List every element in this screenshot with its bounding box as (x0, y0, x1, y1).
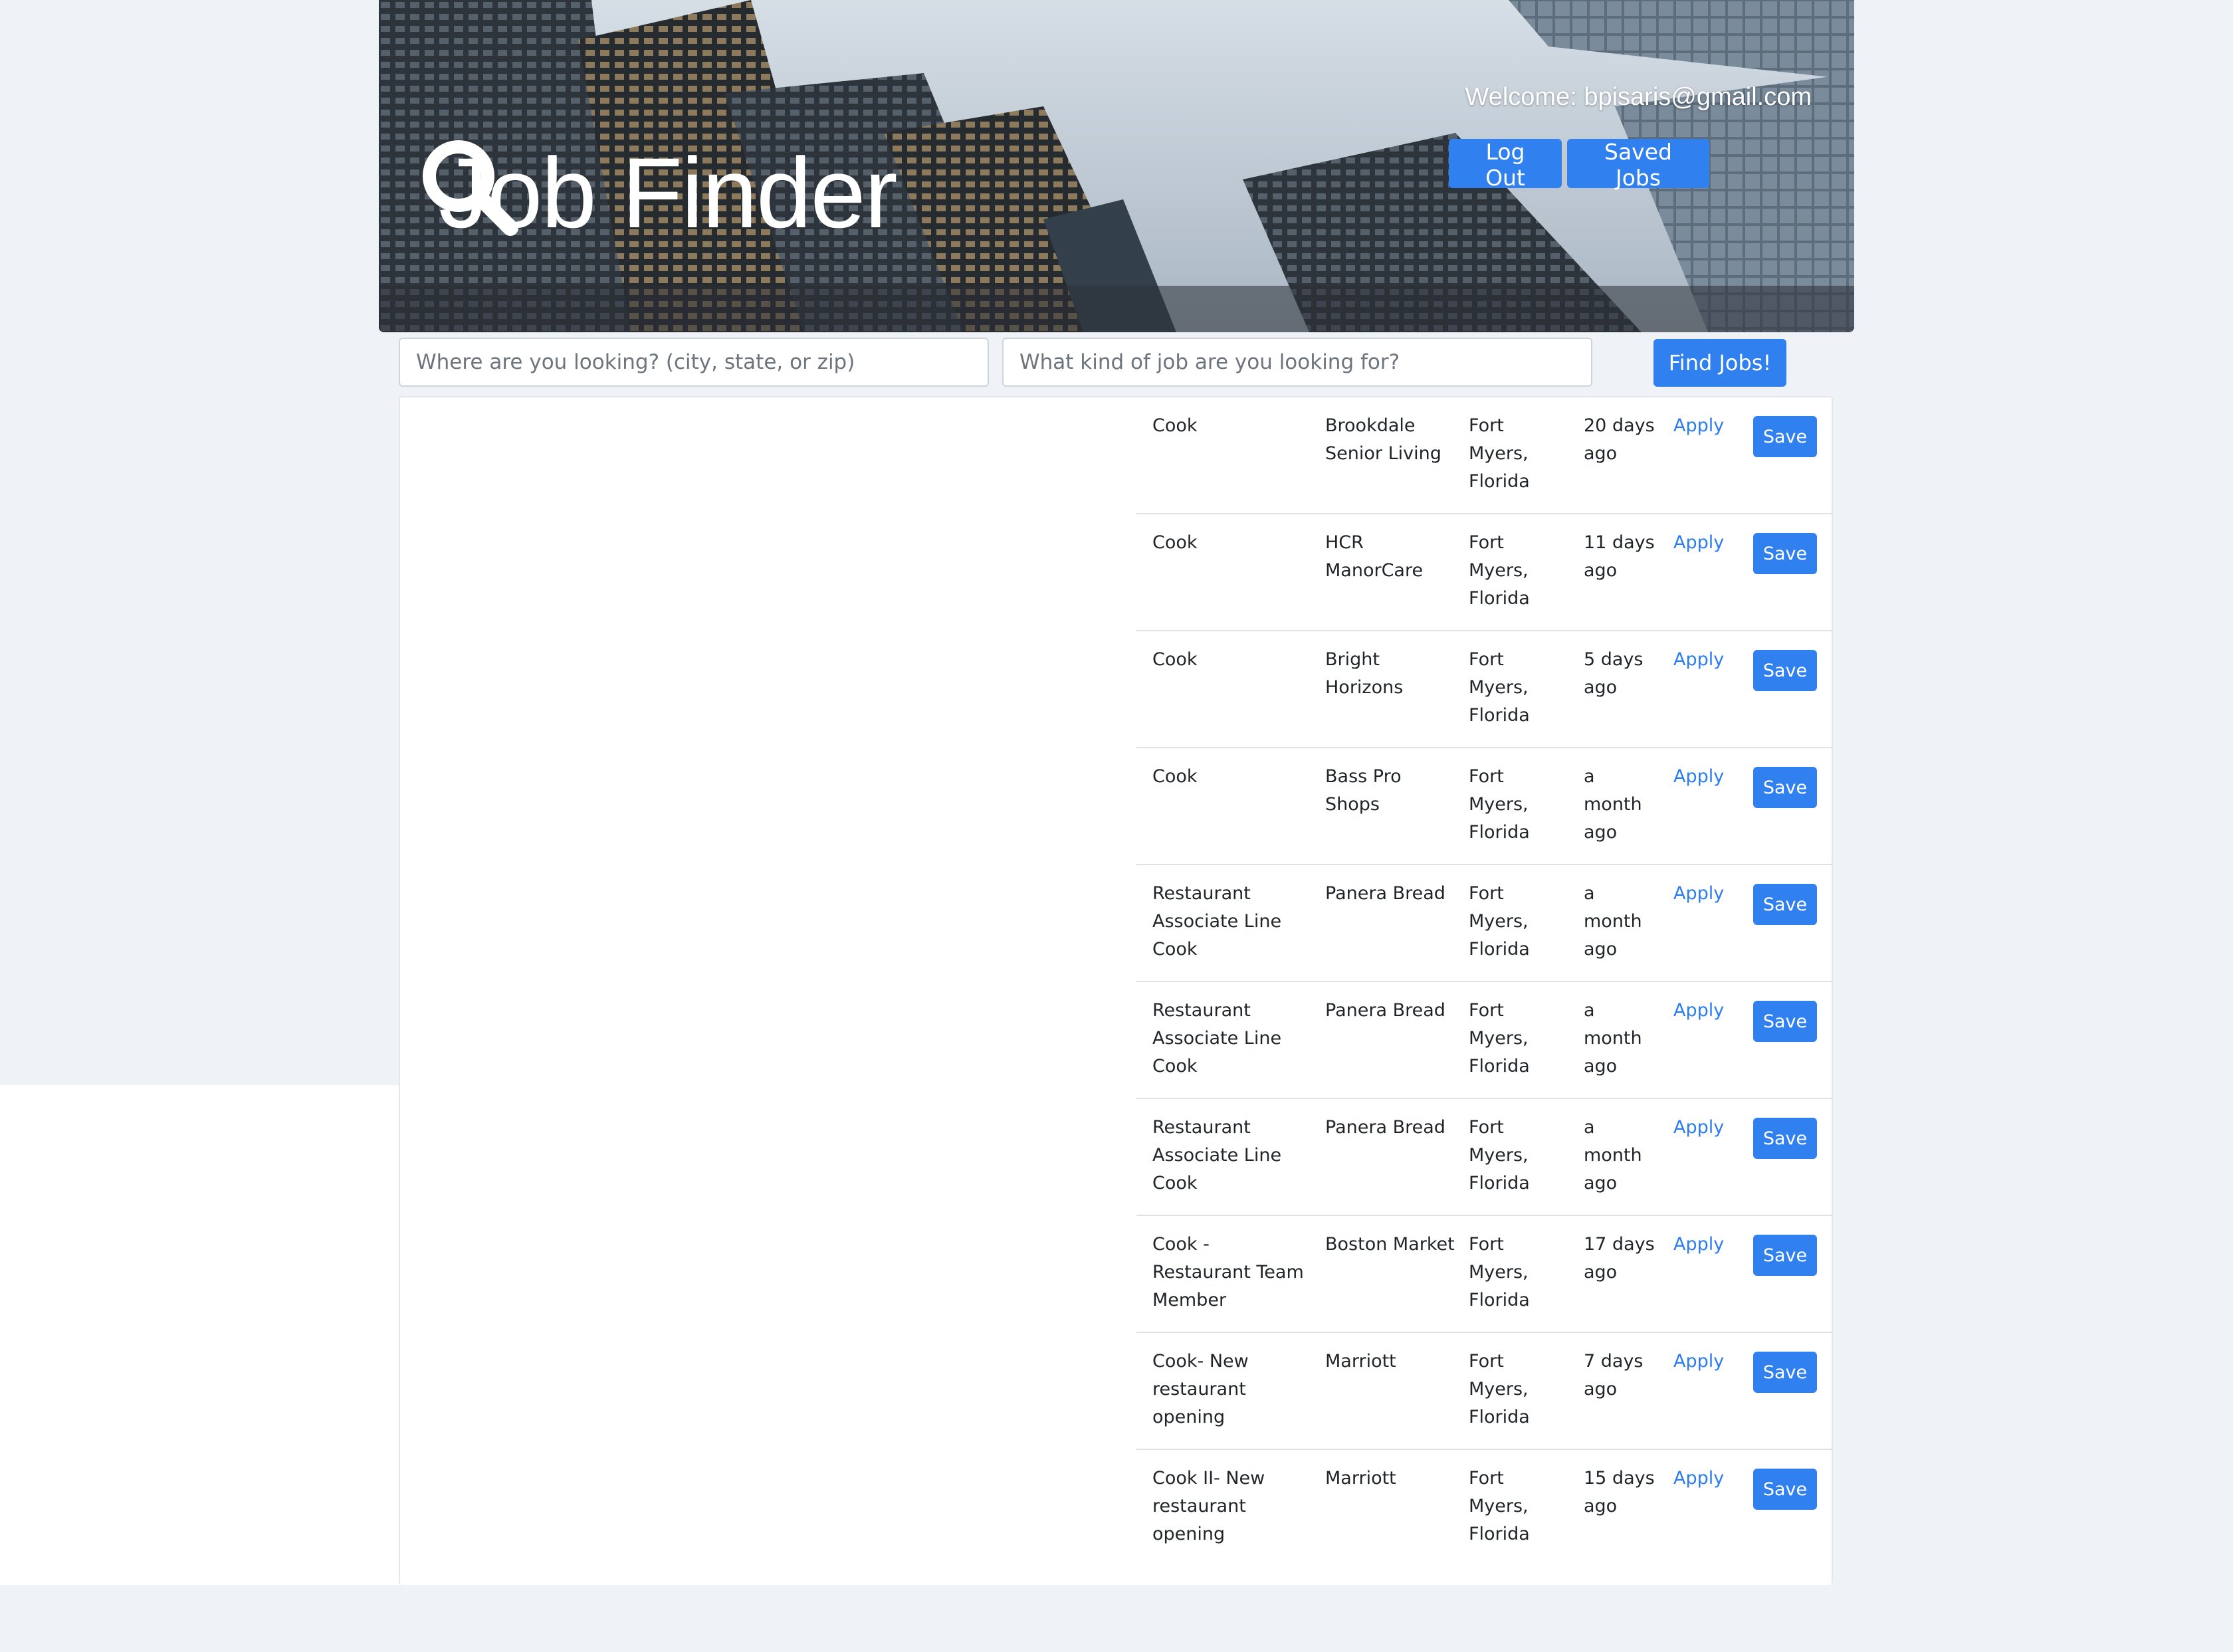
save-job-button[interactable]: Save (1753, 533, 1817, 574)
job-row: Cook Bright Horizons Fort Myers, Florida… (1136, 631, 1833, 748)
job-location: Fort Myers, Florida (1469, 1351, 1530, 1427)
job-row: Cook Bass Pro Shops Fort Myers, Florida … (1136, 748, 1833, 865)
job-location: Fort Myers, Florida (1469, 415, 1530, 492)
apply-link[interactable]: Apply (1673, 997, 1724, 1025)
welcome-message: Welcome: bpisaris@gmail.com (1465, 83, 1812, 111)
job-title: Cook- New restaurant opening (1152, 1351, 1249, 1427)
job-company: Bass Pro Shops (1325, 766, 1402, 815)
job-row: Cook- New restaurant opening Marriott Fo… (1136, 1333, 1833, 1450)
save-job-button[interactable]: Save (1753, 1001, 1817, 1042)
save-job-button[interactable]: Save (1753, 767, 1817, 808)
apply-link[interactable]: Apply (1673, 529, 1724, 557)
job-title: Cook (1152, 532, 1198, 553)
brand-logo: Job Finder (419, 136, 898, 249)
log-out-button[interactable]: Log Out (1449, 139, 1562, 191)
location-search-input[interactable] (399, 338, 989, 387)
save-job-button[interactable]: Save (1753, 1469, 1817, 1510)
job-location: Fort Myers, Florida (1469, 1000, 1530, 1077)
job-posted-date: 7 days ago (1584, 1351, 1644, 1399)
job-location: Fort Myers, Florida (1469, 1117, 1530, 1193)
job-title: Cook - Restaurant Team Member (1152, 1234, 1304, 1310)
apply-link[interactable]: Apply (1673, 412, 1724, 440)
job-company: Bright Horizons (1325, 649, 1404, 698)
job-title: Cook (1152, 766, 1198, 787)
job-title: Cook II- New restaurant opening (1152, 1468, 1265, 1544)
save-job-button[interactable]: Save (1753, 1235, 1817, 1276)
job-title: Cook (1152, 415, 1198, 436)
job-posted-date: a month ago (1584, 1000, 1642, 1077)
job-company: Brookdale Senior Living (1325, 415, 1441, 464)
job-location: Fort Myers, Florida (1469, 766, 1530, 843)
job-location: Fort Myers, Florida (1469, 883, 1530, 960)
job-row: Restaurant Associate Line Cook Panera Br… (1136, 982, 1833, 1099)
job-location: Fort Myers, Florida (1469, 649, 1530, 726)
apply-link[interactable]: Apply (1673, 1348, 1724, 1376)
saved-jobs-button[interactable]: Saved Jobs (1567, 139, 1709, 191)
map-area (400, 397, 1136, 1086)
job-posted-date: 15 days ago (1584, 1468, 1655, 1516)
apply-link[interactable]: Apply (1673, 880, 1724, 908)
job-posted-date: a month ago (1584, 1117, 1642, 1193)
job-company: HCR ManorCare (1325, 532, 1424, 581)
job-posted-date: a month ago (1584, 883, 1642, 960)
job-row: Restaurant Associate Line Cook Panera Br… (1136, 865, 1833, 982)
apply-link[interactable]: Apply (1673, 646, 1724, 674)
job-location: Fort Myers, Florida (1469, 1468, 1530, 1544)
job-company: Marriott (1325, 1468, 1396, 1489)
job-company: Panera Bread (1325, 1117, 1445, 1138)
job-posted-date: a month ago (1584, 766, 1642, 843)
job-title: Restaurant Associate Line Cook (1152, 1000, 1282, 1077)
save-job-button[interactable]: Save (1753, 884, 1817, 925)
save-job-button[interactable]: Save (1753, 1118, 1817, 1159)
job-search-input[interactable] (1002, 338, 1592, 387)
job-posted-date: 11 days ago (1584, 532, 1655, 581)
job-row: Restaurant Associate Line Cook Panera Br… (1136, 1099, 1833, 1216)
apply-link[interactable]: Apply (1673, 1465, 1724, 1493)
find-jobs-button[interactable]: Find Jobs! (1653, 339, 1786, 387)
header-banner: Job Finder Welcome: bpisaris@gmail.com L… (379, 0, 1854, 332)
job-posted-date: 5 days ago (1584, 649, 1644, 698)
job-company: Panera Bread (1325, 883, 1445, 904)
apply-link[interactable]: Apply (1673, 763, 1724, 791)
apply-link[interactable]: Apply (1673, 1231, 1724, 1259)
job-posted-date: 17 days ago (1584, 1234, 1655, 1283)
job-row: Cook - Restaurant Team Member Boston Mar… (1136, 1216, 1833, 1333)
job-row: Cook Brookdale Senior Living Fort Myers,… (1136, 397, 1833, 514)
job-location: Fort Myers, Florida (1469, 532, 1530, 609)
job-title: Restaurant Associate Line Cook (1152, 1117, 1282, 1193)
results-panel: Cook Brookdale Senior Living Fort Myers,… (399, 396, 1833, 1585)
job-company: Marriott (1325, 1351, 1396, 1372)
job-results-list: Cook Brookdale Senior Living Fort Myers,… (1136, 397, 1833, 1567)
job-location: Fort Myers, Florida (1469, 1234, 1530, 1310)
job-company: Boston Market (1325, 1234, 1455, 1255)
job-title: Restaurant Associate Line Cook (1152, 883, 1282, 960)
job-row: Cook HCR ManorCare Fort Myers, Florida 1… (1136, 514, 1833, 631)
job-posted-date: 20 days ago (1584, 415, 1655, 464)
job-title: Cook (1152, 649, 1198, 670)
save-job-button[interactable]: Save (1753, 416, 1817, 457)
job-company: Panera Bread (1325, 1000, 1445, 1021)
save-job-button[interactable]: Save (1753, 1352, 1817, 1393)
apply-link[interactable]: Apply (1673, 1114, 1724, 1142)
save-job-button[interactable]: Save (1753, 650, 1817, 691)
job-row: Cook II- New restaurant opening Marriott… (1136, 1450, 1833, 1567)
